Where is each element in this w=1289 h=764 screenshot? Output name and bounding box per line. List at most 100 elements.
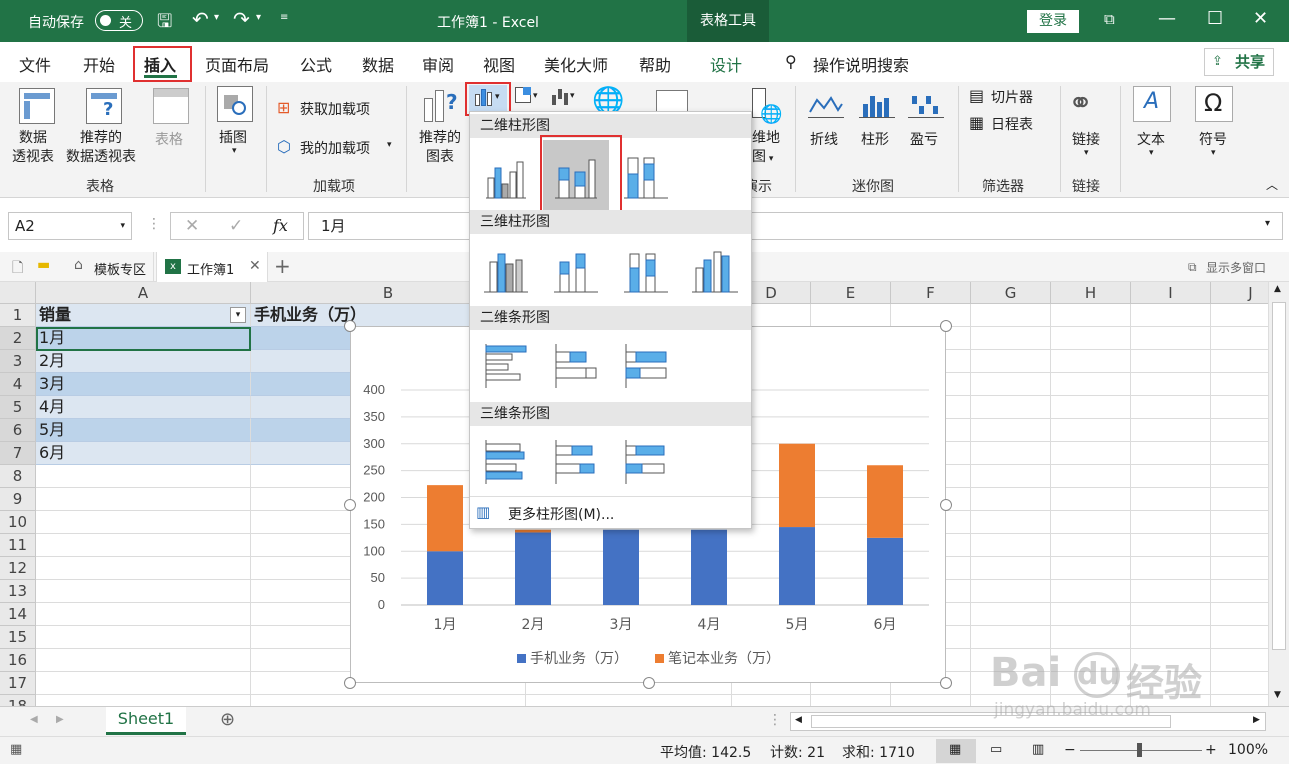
cancel-icon[interactable]: ✕ — [185, 216, 199, 236]
table-cell[interactable] — [1051, 442, 1131, 465]
table-cell[interactable] — [1051, 373, 1131, 396]
link-button[interactable]: 链接 — [1072, 129, 1100, 149]
resize-handle-nw[interactable] — [344, 320, 356, 332]
tab-review[interactable]: 审阅 — [422, 52, 454, 76]
row-header-6[interactable]: 6 — [0, 419, 36, 442]
slicer-button[interactable]: 切片器 — [991, 87, 1033, 107]
stacked-bar-option[interactable] — [546, 334, 606, 398]
new-tab-icon[interactable]: + — [274, 254, 291, 278]
table-cell[interactable] — [891, 695, 971, 706]
table-cell[interactable] — [1131, 626, 1211, 649]
filter-dropdown-icon[interactable]: ▾ — [230, 307, 246, 323]
timeline-button[interactable]: 日程表 — [991, 114, 1033, 134]
table-cell[interactable] — [1131, 695, 1211, 706]
row-header-11[interactable]: 11 — [0, 534, 36, 557]
undo-dropdown-icon[interactable]: ▾ — [214, 12, 219, 23]
table-cell[interactable] — [1211, 603, 1268, 626]
tab-home[interactable]: 开始 — [83, 52, 115, 76]
scroll-up-icon[interactable]: ▲ — [1274, 284, 1281, 294]
table-cell[interactable] — [1051, 396, 1131, 419]
tab-design[interactable]: 设计 — [710, 52, 742, 76]
tab-view[interactable]: 视图 — [483, 52, 515, 76]
tab-meihua[interactable]: 美化大师 — [544, 52, 608, 76]
link-dropdown-icon[interactable]: ▾ — [1084, 148, 1089, 158]
link-icon[interactable]: ⚭ — [1068, 86, 1093, 121]
table-cell[interactable] — [36, 649, 251, 672]
table-cell[interactable] — [1051, 327, 1131, 350]
column-header-f[interactable]: F — [891, 282, 971, 304]
search-icon[interactable]: ⚲ — [785, 52, 797, 71]
table-cell[interactable] — [1131, 557, 1211, 580]
table-cell[interactable] — [971, 511, 1051, 534]
table-cell[interactable] — [971, 442, 1051, 465]
my-addins-dropdown-icon[interactable]: ▾ — [387, 140, 392, 150]
table-cell[interactable] — [971, 488, 1051, 511]
table-cell[interactable] — [811, 695, 891, 706]
table-cell[interactable] — [971, 672, 1051, 695]
table-cell[interactable] — [1051, 488, 1131, 511]
table-cell[interactable] — [1131, 396, 1211, 419]
sparkline-column-icon[interactable] — [859, 92, 895, 118]
table-cell[interactable] — [36, 672, 251, 695]
table-cell[interactable] — [36, 580, 251, 603]
resize-handle-s[interactable] — [643, 677, 655, 689]
resize-handle-e[interactable] — [940, 499, 952, 511]
zoom-level[interactable]: 100% — [1228, 742, 1268, 758]
table-cell[interactable] — [971, 580, 1051, 603]
column-header-e[interactable]: E — [811, 282, 891, 304]
row-header-14[interactable]: 14 — [0, 603, 36, 626]
table-cell[interactable] — [971, 649, 1051, 672]
percent-stacked-column-option[interactable] — [616, 144, 676, 208]
prev-sheet-icon[interactable]: ◀ — [30, 714, 38, 725]
multi-window-icon[interactable]: ⧉ — [1188, 260, 1197, 275]
table-cell[interactable] — [36, 557, 251, 580]
table-cell[interactable] — [1211, 649, 1268, 672]
scroll-right-icon[interactable]: ▶ — [1253, 715, 1260, 725]
workbook-tab[interactable]: x 工作簿1 ✕ — [156, 252, 268, 282]
percent-stacked-bar-option[interactable] — [616, 334, 676, 398]
table-cell[interactable] — [811, 304, 891, 327]
scroll-left-icon[interactable]: ◀ — [795, 715, 802, 725]
table-cell[interactable] — [1211, 350, 1268, 373]
table-cell[interactable] — [1051, 626, 1131, 649]
3d-stacked-bar-option[interactable] — [546, 430, 606, 494]
row-header-18[interactable]: 18 — [0, 695, 36, 706]
table-cell[interactable] — [1211, 304, 1268, 327]
row-header-17[interactable]: 17 — [0, 672, 36, 695]
table-cell[interactable] — [1211, 373, 1268, 396]
column-header-g[interactable]: G — [971, 282, 1051, 304]
sparkline-winloss-icon[interactable] — [908, 92, 944, 118]
horizontal-scrollbar[interactable]: ◀ ▶ — [790, 712, 1266, 731]
table-cell[interactable] — [1051, 580, 1131, 603]
page-layout-view-icon[interactable]: ▭ — [990, 742, 1002, 757]
tab-page-layout[interactable]: 页面布局 — [205, 52, 269, 76]
table-cell[interactable] — [1131, 488, 1211, 511]
undo-icon[interactable]: ↶ — [192, 7, 209, 31]
add-sheet-icon[interactable]: ⊕ — [220, 709, 235, 730]
customize-qat-icon[interactable]: ≡ — [280, 12, 288, 23]
table-icon[interactable] — [153, 88, 189, 124]
tell-me-search[interactable]: 操作说明搜索 — [813, 52, 909, 76]
symbol-button[interactable]: 符号 — [1199, 129, 1227, 149]
row-header-12[interactable]: 12 — [0, 557, 36, 580]
table-cell[interactable] — [1051, 350, 1131, 373]
table-cell[interactable] — [1051, 419, 1131, 442]
3d-clustered-bar-option[interactable] — [476, 430, 536, 494]
recommended-pivot-icon[interactable]: ? — [86, 88, 122, 124]
3d-clustered-column-option[interactable] — [476, 238, 536, 302]
table-cell[interactable] — [1131, 465, 1211, 488]
text-dropdown-icon[interactable]: ▾ — [1149, 148, 1154, 158]
table-cell[interactable]: 6月 — [36, 442, 251, 465]
tab-help[interactable]: 帮助 — [639, 52, 671, 76]
table-cell[interactable] — [1211, 511, 1268, 534]
row-header-16[interactable]: 16 — [0, 649, 36, 672]
column-header-h[interactable]: H — [1051, 282, 1131, 304]
row-header-5[interactable]: 5 — [0, 396, 36, 419]
waterfall-chart-button[interactable]: ▾ — [552, 87, 578, 109]
table-cell[interactable] — [1051, 534, 1131, 557]
symbol-dropdown-icon[interactable]: ▾ — [1211, 148, 1216, 158]
table-cell[interactable] — [1131, 327, 1211, 350]
table-cell[interactable] — [971, 327, 1051, 350]
table-cell[interactable] — [36, 534, 251, 557]
row-header-9[interactable]: 9 — [0, 488, 36, 511]
